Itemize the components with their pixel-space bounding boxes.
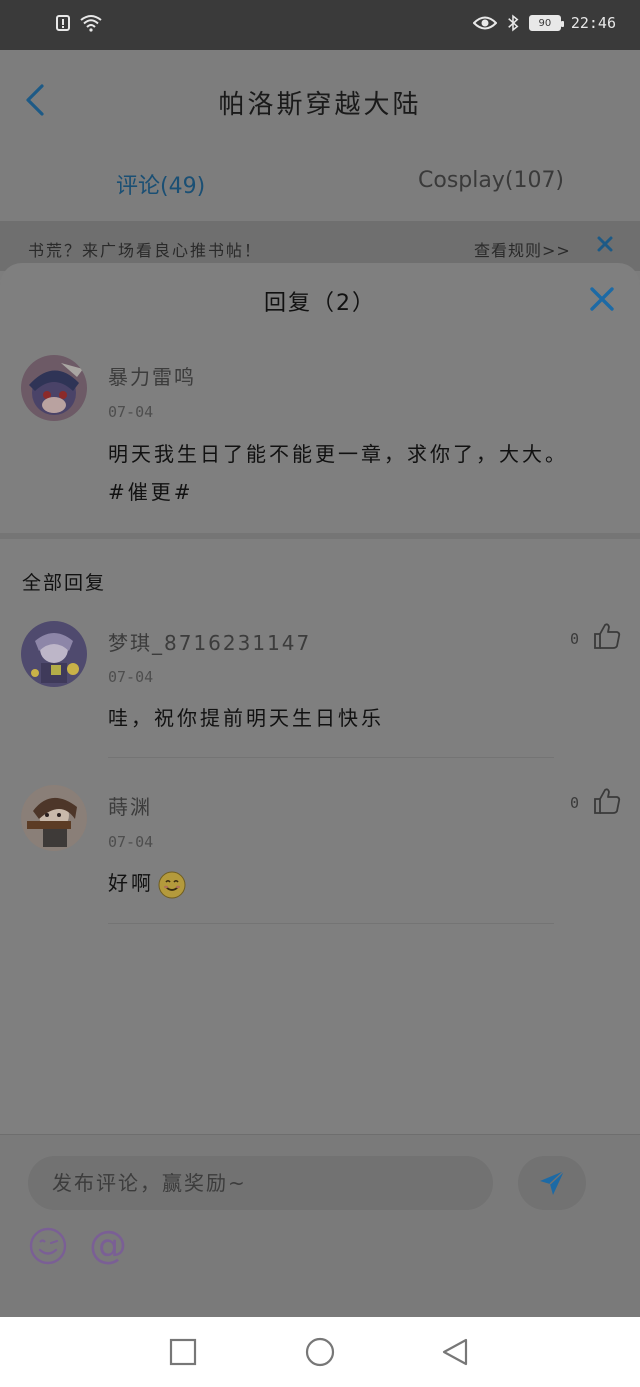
avatar[interactable] xyxy=(21,355,87,421)
reply-username[interactable]: 梦琪_871623114731​2… xyxy=(108,627,308,656)
notice-text[interactable]: 书荒？来广场看良心推书帖！ xyxy=(28,237,262,261)
back-icon[interactable] xyxy=(440,1337,470,1367)
background-page: 帕洛斯穿越大陆 评论(49) Cosplay(107) 书荒？来广场看良心推书帖… xyxy=(0,50,640,280)
comment-hashtag[interactable]: #催更# xyxy=(108,473,628,511)
page-title: 帕洛斯穿越大陆 xyxy=(218,90,422,120)
view-rules-link[interactable]: 查看规则>> xyxy=(474,237,571,261)
recent-apps-icon[interactable] xyxy=(168,1337,198,1367)
sheet-title: 回复（2） xyxy=(264,291,376,316)
status-bar: 90 22:46 xyxy=(0,0,640,50)
tab-comments[interactable]: 评论(49) xyxy=(116,168,205,200)
sim-alert-icon xyxy=(56,15,70,31)
thumbs-up-icon[interactable] xyxy=(592,621,622,651)
emoji-icon[interactable] xyxy=(28,1226,68,1266)
reply-divider xyxy=(108,757,554,758)
reply-username[interactable]: 蒔渊 xyxy=(108,791,152,820)
close-icon[interactable] xyxy=(588,285,616,313)
page-header: 帕洛斯穿越大陆 xyxy=(0,50,640,135)
reply-text: 好啊 xyxy=(108,871,154,895)
home-icon[interactable] xyxy=(305,1337,335,1367)
reply-divider xyxy=(108,923,554,924)
tab-bar: 评论(49) Cosplay(107) xyxy=(0,135,640,221)
system-nav-bar xyxy=(0,1317,640,1387)
tab-cosplay[interactable]: Cosplay(107) xyxy=(418,168,564,193)
eye-icon xyxy=(472,16,497,30)
comment-text-line: 明天我生日了能不能更一章，求你了，大大。 xyxy=(108,442,568,466)
reply-date: 07-04 xyxy=(108,833,154,851)
wifi-icon xyxy=(80,15,102,32)
comment-input[interactable] xyxy=(28,1156,493,1210)
close-notice-icon[interactable] xyxy=(596,235,614,253)
mention-button[interactable]: @ xyxy=(86,1223,130,1267)
comment-username[interactable]: 暴力雷鸣 xyxy=(108,361,196,390)
comment-date: 07-04 xyxy=(108,403,154,421)
smile-emoji-icon xyxy=(158,871,186,898)
send-button[interactable] xyxy=(518,1156,586,1210)
battery-icon: 90 xyxy=(528,15,564,31)
like-count: 0 xyxy=(570,630,580,648)
reply-text-row: 好啊 xyxy=(108,864,186,902)
section-divider xyxy=(0,533,640,539)
avatar[interactable] xyxy=(21,785,87,851)
reply-date: 07-04 xyxy=(108,668,154,686)
reply-text: 哇，祝你提前明天生日快乐 xyxy=(108,706,384,730)
like-count: 0 xyxy=(570,794,580,812)
avatar[interactable] xyxy=(21,621,87,687)
comment-text: 明天我生日了能不能更一章，求你了，大大。 #催更# xyxy=(108,435,628,511)
all-replies-heading: 全部回复 xyxy=(22,572,107,594)
thumbs-up-icon[interactable] xyxy=(592,786,622,816)
bluetooth-icon xyxy=(508,14,519,32)
clock: 22:46 xyxy=(570,14,616,32)
send-icon xyxy=(540,1170,565,1195)
comment-input-bar: @ xyxy=(0,1134,640,1317)
